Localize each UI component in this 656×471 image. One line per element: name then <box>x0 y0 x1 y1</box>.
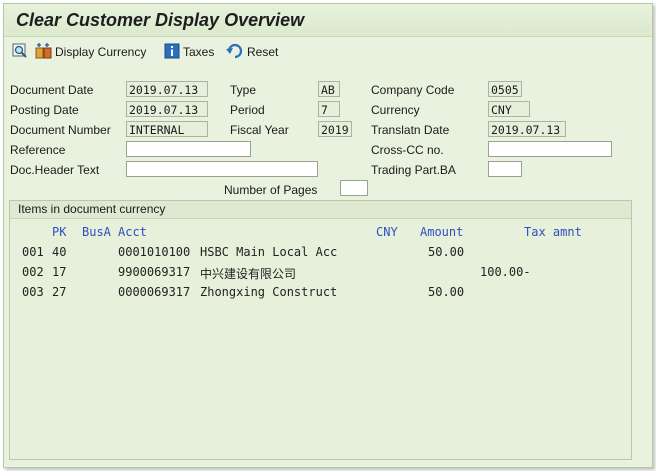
row-line-number: 003 <box>22 285 44 299</box>
row-account: 9900069317 <box>118 265 191 279</box>
doc-header-text-label: Doc.Header Text <box>10 163 100 177</box>
taxes-label: Taxes <box>183 45 215 59</box>
row-line-number: 001 <box>22 245 44 259</box>
undo-arrow-icon <box>226 43 244 62</box>
row-pk: 27 <box>52 285 67 299</box>
row-account-name: Zhongxing Construct <box>200 285 338 299</box>
info-icon <box>164 43 180 62</box>
application-toolbar: Display Currency Taxes Reset <box>4 40 652 64</box>
reset-label: Reset <box>247 45 279 59</box>
title-bar: Clear Customer Display Overview <box>4 4 652 37</box>
sap-window: Clear Customer Display Overview Display … <box>3 3 653 468</box>
column-header-amount: Amount <box>420 225 464 239</box>
document-number-field: INTERNAL <box>126 121 208 137</box>
column-header-pk: PK <box>52 225 67 239</box>
items-group: Items in document currency PK BusA Acct … <box>9 200 632 460</box>
document-date-label: Document Date <box>10 83 94 97</box>
row-pk: 17 <box>52 265 67 279</box>
trading-part-ba-label: Trading Part.BA <box>371 163 456 177</box>
reset-button[interactable]: Reset <box>226 43 278 61</box>
company-code-label: Company Code <box>371 83 455 97</box>
column-header-busa: BusA <box>82 225 111 239</box>
currency-icon <box>35 42 53 63</box>
posting-date-label: Posting Date <box>10 103 79 117</box>
row-account: 0001010100 <box>118 245 191 259</box>
currency-label: Currency <box>371 103 420 117</box>
period-label: Period <box>230 103 265 117</box>
row-account-name: HSBC Main Local Acc <box>200 245 338 259</box>
period-field: 7 <box>318 101 340 117</box>
row-amount: 50.00 <box>428 245 465 259</box>
display-currency-button[interactable]: Display Currency <box>35 42 147 63</box>
taxes-button[interactable]: Taxes <box>164 43 214 61</box>
number-of-pages-input[interactable] <box>340 180 368 196</box>
column-header-tax-amnt: Tax amnt <box>524 225 582 239</box>
row-line-number: 002 <box>22 265 44 279</box>
translatn-date-field: 2019.07.13 <box>488 121 566 137</box>
company-code-field: 0505 <box>488 81 522 97</box>
number-of-pages-label: Number of Pages <box>224 183 318 197</box>
magnifier-icon <box>12 42 30 63</box>
reference-input[interactable] <box>126 141 251 157</box>
type-field: AB <box>318 81 340 97</box>
document-number-label: Document Number <box>10 123 111 137</box>
page-title: Clear Customer Display Overview <box>16 10 305 30</box>
display-button[interactable] <box>12 43 30 61</box>
display-currency-label: Display Currency <box>55 45 147 59</box>
posting-date-field: 2019.07.13 <box>126 101 208 117</box>
cross-cc-no-input[interactable] <box>488 141 612 157</box>
column-header-currency: CNY <box>376 225 398 239</box>
row-amount: 50.00 <box>428 285 465 299</box>
fiscal-year-field: 2019 <box>318 121 352 137</box>
translatn-date-label: Translatn Date <box>371 123 450 137</box>
row-tax: 100.00- <box>480 265 531 279</box>
items-group-title: Items in document currency <box>18 202 166 216</box>
cross-cc-no-label: Cross-CC no. <box>371 143 444 157</box>
row-pk: 40 <box>52 245 67 259</box>
trading-part-ba-input[interactable] <box>488 161 522 177</box>
type-label: Type <box>230 83 257 97</box>
column-header-acct: Acct <box>118 225 147 239</box>
items-group-header: Items in document currency <box>10 201 631 219</box>
fiscal-year-label: Fiscal Year <box>230 123 289 137</box>
doc-header-text-input[interactable] <box>126 161 318 177</box>
reference-label: Reference <box>10 143 66 157</box>
document-date-field: 2019.07.13 <box>126 81 208 97</box>
currency-field: CNY <box>488 101 530 117</box>
row-account-name: 中兴建设有限公司 <box>200 267 297 281</box>
row-account: 0000069317 <box>118 285 191 299</box>
